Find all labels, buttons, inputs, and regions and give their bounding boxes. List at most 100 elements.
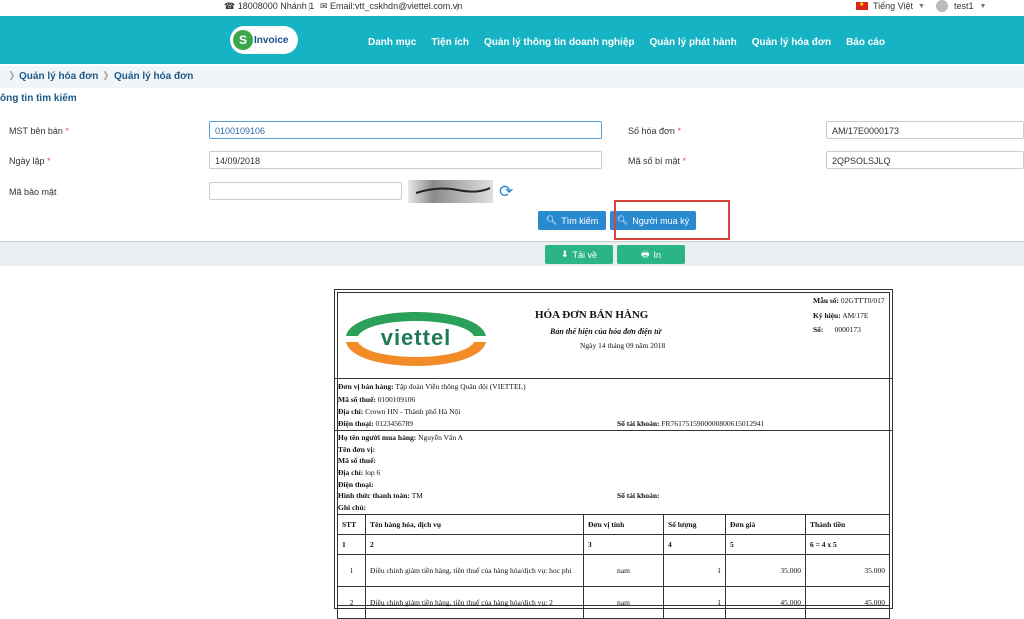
highlight-box	[614, 200, 730, 240]
invoice-date: Ngày 14 tháng 09 năm 2018	[580, 341, 666, 350]
table-cell: 45.000	[805, 586, 890, 619]
payment-label: Hình thức thanh toán:	[338, 491, 410, 500]
invoice-divider	[335, 430, 892, 431]
search-button-label: Tìm kiếm	[561, 215, 599, 226]
buyer-address: Địa chỉ: lop 6	[338, 468, 380, 477]
chevron-down-icon: ▼	[918, 2, 925, 10]
invoice-note: Ghi chú:	[338, 503, 366, 512]
table-cell: nam	[583, 586, 664, 619]
print-button[interactable]: 🖶 In	[617, 245, 685, 264]
menu-item-bao-cao[interactable]: Báo cáo	[846, 37, 885, 48]
secret-code-label: Mã số bí mật *	[628, 156, 686, 166]
table-header-cell: Đơn vị tính	[583, 514, 664, 535]
required-mark: *	[682, 156, 687, 166]
chevron-down-icon: ▼	[979, 2, 987, 10]
menu-item-danh-muc[interactable]: Danh mục	[368, 37, 416, 48]
separator: |	[308, 1, 311, 11]
breadcrumb-item[interactable]: Quản lý hóa đơn	[19, 71, 98, 82]
table-cell: 35.000	[805, 554, 890, 587]
seller-tax-value: 0100109106	[377, 395, 416, 404]
buyer-phone-label: Điện thoại:	[338, 480, 374, 489]
required-mark: *	[65, 126, 69, 136]
seller-address-value: Crown HN - Thành phố Hà Nội	[365, 407, 461, 416]
date-label-text: Ngày lập	[9, 156, 45, 166]
security-code-label: Mã bảo mật	[9, 187, 57, 197]
symbol-label: Ký hiệu:	[813, 311, 841, 320]
download-button[interactable]: ⬇ Tải về	[545, 245, 613, 264]
language-selector[interactable]: Tiếng Việt ▼	[856, 1, 925, 11]
date-label: Ngày lập *	[9, 156, 51, 166]
invoice-title: HÓA ĐƠN BÁN HÀNG	[535, 309, 649, 321]
buyer-phone: Điện thoại:	[338, 480, 374, 489]
invoice-preview: viettel HÓA ĐƠN BÁN HÀNG Bản thể hiện củ…	[334, 289, 893, 619]
number-value: 0000173	[834, 325, 861, 334]
top-bar: ☎ 18008000 Nhánh 1 | ✉ Email:vtt_cskhdn@…	[0, 0, 1024, 14]
table-cell: 35.000	[725, 554, 806, 587]
invoice-symbol: Ký hiệu: AM/17E	[813, 311, 868, 320]
username: test1	[954, 1, 974, 11]
breadcrumb: ❯ Quản lý hóa đơn ❯ Quản lý hóa đơn	[0, 66, 1024, 88]
secret-code-label-text: Mã số bí mật	[628, 156, 681, 166]
table-cell: 1	[663, 586, 726, 619]
table-cell: 1	[337, 554, 366, 587]
viettel-logo: viettel	[346, 312, 486, 366]
email-text: ✉ Email:vtt_cskhdn@viettel.com.vn	[320, 1, 463, 11]
invoice-divider	[335, 378, 892, 379]
buyer-address-value: lop 6	[365, 468, 381, 477]
date-input[interactable]: 14/09/2018	[209, 151, 602, 169]
seller-phone: Điện thoại: 0123456789	[338, 419, 413, 428]
language-label: Tiếng Việt	[873, 1, 914, 11]
breadcrumb-item[interactable]: Quản lý hóa đơn	[114, 71, 193, 82]
table-row: 2 Điều chỉnh giảm tiền hàng, tiền thuế c…	[337, 586, 890, 619]
buyer-unit: Tên đơn vị:	[338, 445, 375, 454]
sinvoice-logo[interactable]: S Invoice	[230, 26, 298, 54]
main-navbar: S Invoice Danh mục Tiện ích Quản lý thôn…	[0, 16, 1024, 64]
seller-account-value: FR7617515900000800615012941	[661, 419, 765, 428]
print-icon: 🖶	[640, 248, 650, 259]
mst-label-text: MST bên bán	[9, 126, 63, 136]
buyer-address-label: Địa chỉ:	[338, 468, 364, 477]
menu-item-tien-ich[interactable]: Tiện ích	[431, 37, 469, 48]
table-header-cell: Tên hàng hóa, dịch vụ	[365, 514, 584, 535]
menu-item-quan-ly-phat-hanh[interactable]: Quản lý phát hành	[650, 37, 737, 48]
table-row: 1 Điều chỉnh giảm tiền hàng, tiền thuế c…	[337, 554, 890, 587]
logo-letter: S	[233, 30, 253, 50]
captcha-noise	[415, 187, 491, 194]
vietnam-flag-icon	[856, 1, 868, 10]
captcha-image	[408, 180, 493, 203]
seller-phone-value: 0123456789	[375, 419, 414, 428]
menu-item-quan-ly-hoa-don[interactable]: Quản lý hóa đơn	[752, 37, 831, 48]
table-cell: Điều chỉnh giảm tiền hàng, tiền thuế của…	[365, 554, 584, 587]
menu-item-quan-ly-thong-tin-doanh-nghiep[interactable]: Quản lý thông tin doanh nghiệp	[484, 37, 635, 48]
seller-address-label: Địa chỉ:	[338, 407, 364, 416]
seller-value: Tập đoàn Viễn thông Quân đội (VIETTEL)	[395, 382, 526, 391]
mst-input[interactable]: 0100109106	[209, 121, 602, 139]
invoice-subtitle: Bản thể hiện của hóa đơn điện tử	[550, 327, 662, 336]
search-section-title: ông tin tìm kiếm	[0, 93, 77, 104]
seller-account-label: Số tài khoản:	[617, 419, 660, 428]
note-label: Ghi chú:	[338, 503, 367, 512]
buyer-name-value: Nguyễn Văn A	[418, 433, 463, 442]
invoice-number-input[interactable]: AM/17E0000173	[826, 121, 1024, 139]
table-header-cell: Đơn giá	[725, 514, 806, 535]
separator: |	[456, 1, 459, 11]
security-code-input[interactable]	[209, 182, 402, 200]
viettel-logo-text: viettel	[381, 325, 452, 350]
table-cell: Điều chỉnh giảm tiền hàng, tiền thuế của…	[365, 586, 584, 619]
chevron-right-icon: ❯	[8, 70, 16, 80]
user-menu[interactable]: test1 ▼	[936, 0, 986, 12]
table-cell: 45.000	[725, 586, 806, 619]
table-index-cell: 6 = 4 x 5	[805, 534, 890, 555]
table-header-cell: Thành tiền	[805, 514, 890, 535]
buyer-account: Số tài khoản:	[617, 491, 660, 500]
buyer-unit-label: Tên đơn vị:	[338, 445, 376, 454]
secret-code-input[interactable]: 2QPSOLSJLQ	[826, 151, 1024, 169]
buyer-name: Họ tên người mua hàng: Nguyễn Văn A	[338, 433, 463, 442]
seller-tax-label: Mã số thuế:	[338, 395, 376, 404]
refresh-captcha-icon[interactable]: ⟳	[499, 183, 513, 200]
table-index-row: 1 2 3 4 5 6 = 4 x 5	[337, 534, 890, 555]
invoice-number: Số: 0000173	[813, 325, 861, 334]
search-button[interactable]: 🔍︎ Tìm kiếm	[538, 211, 606, 230]
main-menu: Danh mục Tiện ích Quản lý thông tin doan…	[368, 37, 900, 48]
form-value: 02GTTT0/017	[840, 296, 885, 305]
